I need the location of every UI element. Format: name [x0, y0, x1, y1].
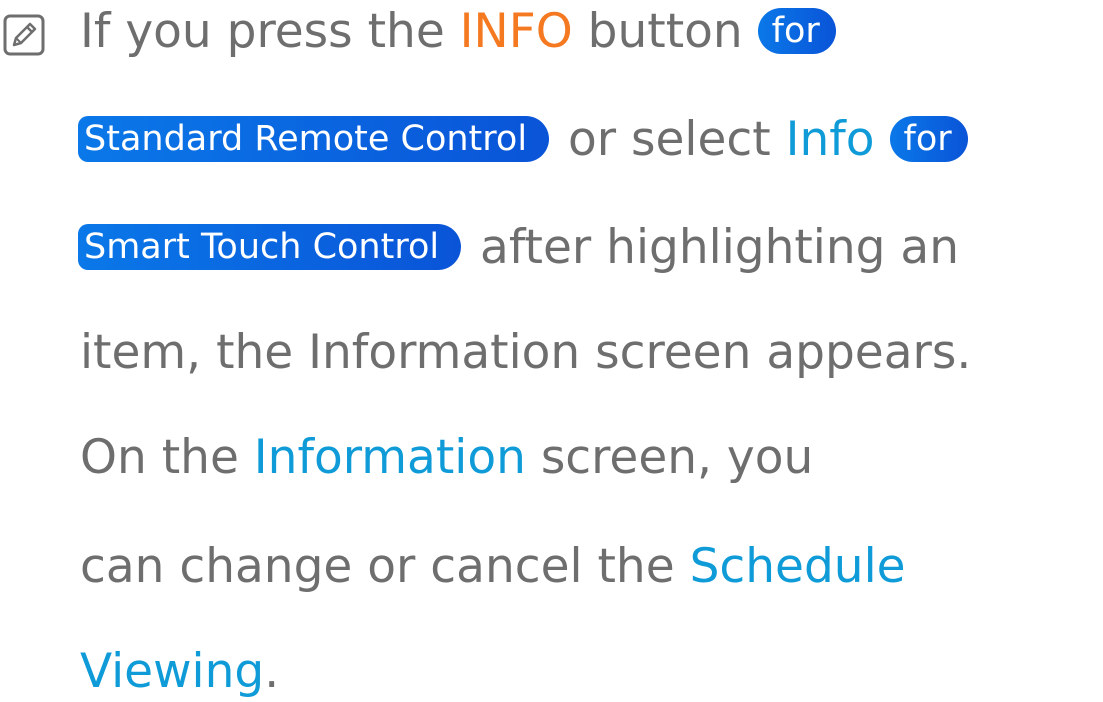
information-screen-label: Information [253, 430, 526, 485]
note-line-4: item, the Information screen appears. [80, 323, 971, 383]
smart-touch-control-pill: Smart Touch Control [78, 223, 462, 270]
note-text: after highlighting an [465, 220, 960, 275]
note-text: item, the Information screen appears. [80, 325, 972, 380]
note-line-6: can change or cancel the Schedule [80, 537, 906, 597]
note-line-7: Viewing. [80, 642, 279, 702]
note-text: . [264, 644, 280, 699]
note-line-2: Standard Remote Control or select Info f… [78, 110, 972, 170]
note-text: or select [553, 112, 786, 167]
note-text: screen, you [525, 430, 814, 485]
for-pill: for [757, 7, 836, 54]
note-line-1: If you press the INFO button for [80, 2, 840, 62]
for-pill: for [889, 115, 968, 162]
schedule-viewing-label: Viewing [80, 644, 265, 699]
schedule-viewing-label: Schedule [689, 539, 906, 594]
note-text: If you press the [80, 4, 460, 59]
note-text: can change or cancel the [80, 539, 690, 594]
info-button-label: INFO [459, 4, 573, 59]
note-line-3: Smart Touch Control after highlighting a… [78, 218, 959, 278]
standard-remote-control-pill: Standard Remote Control [78, 115, 550, 162]
note-text: On the [80, 430, 254, 485]
info-menu-label: Info [785, 112, 875, 167]
note-pencil-icon [3, 14, 45, 56]
note-text [875, 112, 890, 167]
note-line-5: On the Information screen, you [80, 428, 813, 488]
note-text: button [572, 4, 758, 59]
